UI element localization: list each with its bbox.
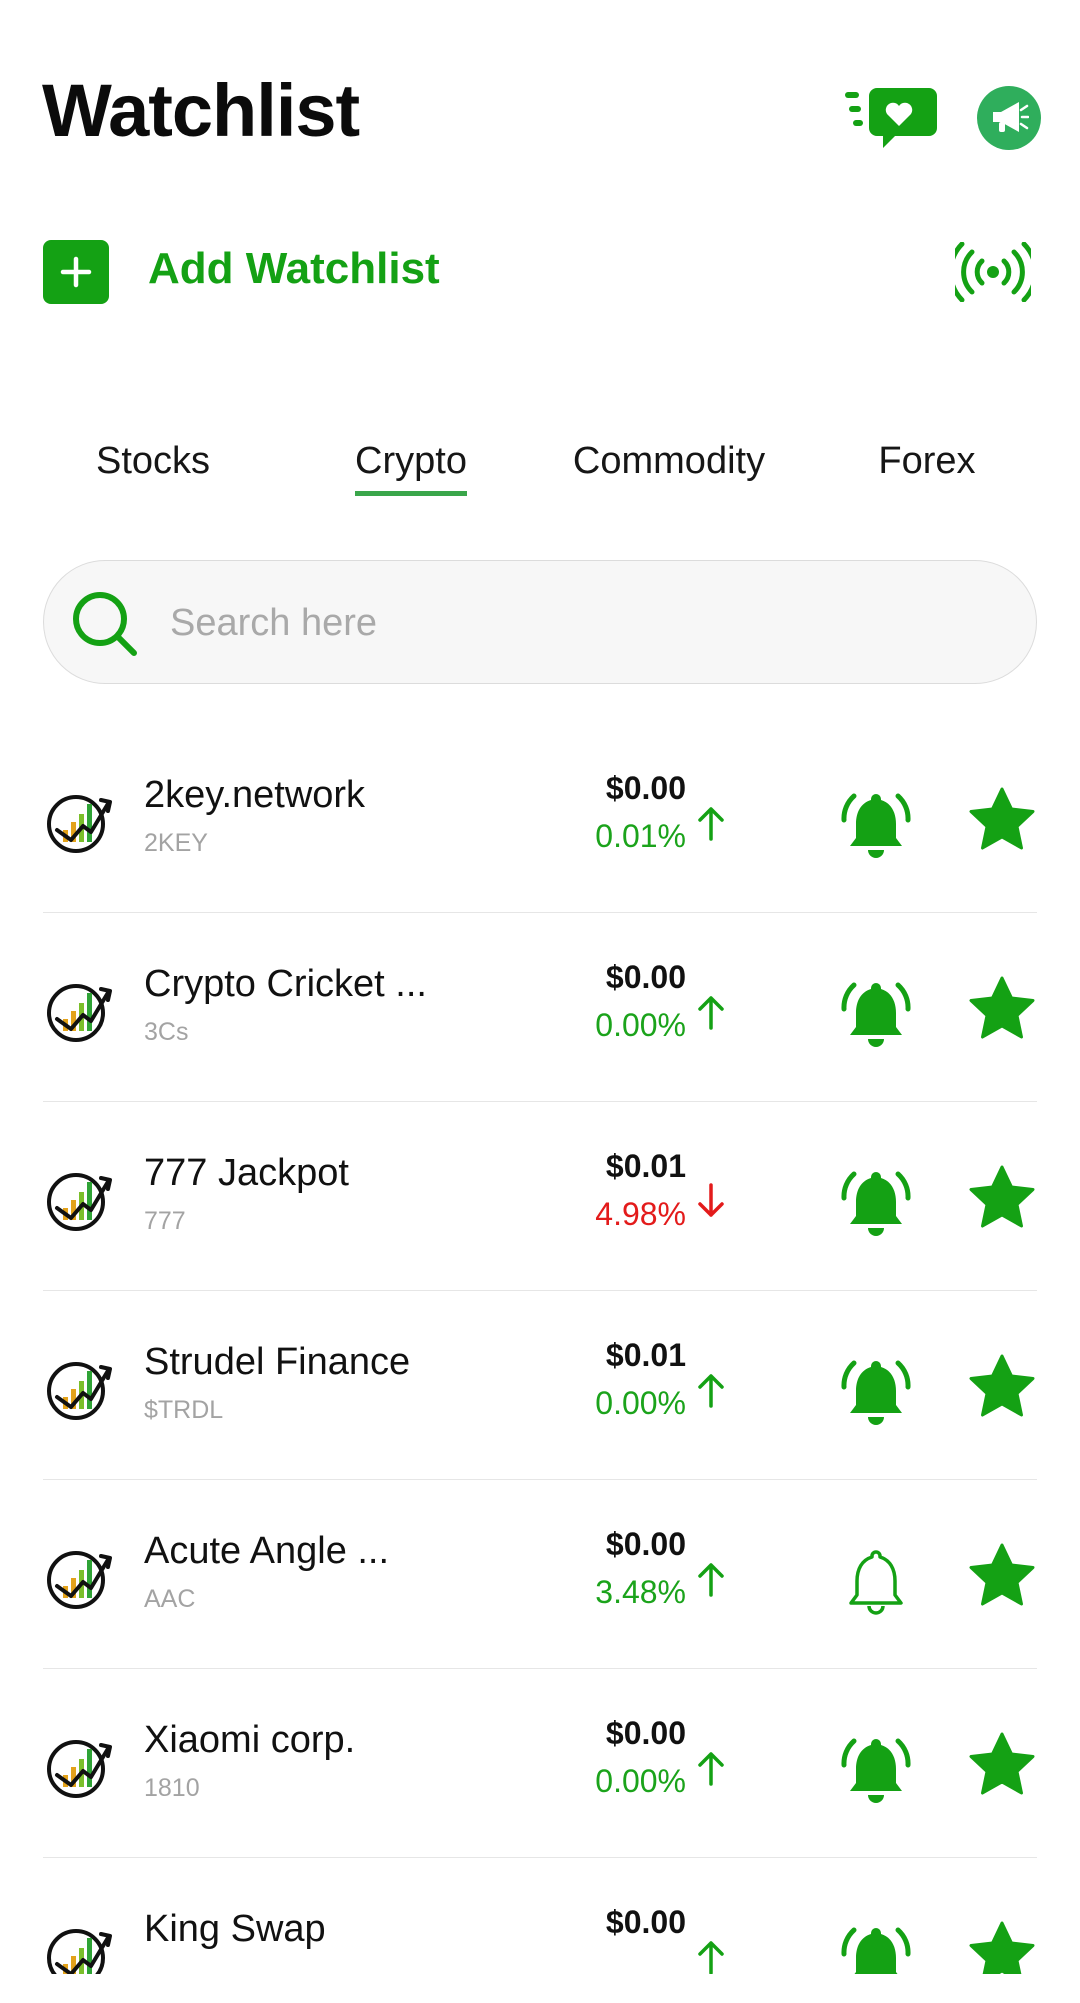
add-watchlist-button[interactable] [43, 240, 109, 304]
coin-name: Acute Angle ... [144, 1530, 390, 1572]
list-item[interactable]: Crypto Cricket ... 3Cs $0.00 0.00% [43, 913, 1037, 1102]
bell-ringing-icon[interactable] [840, 1351, 912, 1431]
coin-price: $0.01 [605, 1337, 686, 1373]
coin-change: 0.00% [595, 1007, 686, 1043]
coin-logo-icon [47, 1173, 112, 1231]
favorite-star-icon[interactable] [968, 975, 1036, 1043]
favorite-star-icon[interactable] [968, 786, 1036, 854]
coin-price: $0.01 [605, 1148, 686, 1184]
coin-name: 777 Jackpot [144, 1152, 349, 1194]
list-item[interactable]: Strudel Finance $TRDL $0.01 0.00% [43, 1291, 1037, 1480]
coin-price: $0.00 [605, 1715, 686, 1751]
profile-megaphone-button[interactable] [977, 86, 1041, 150]
coin-price: $0.00 [605, 1526, 686, 1562]
category-tabs: Stocks Crypto Commodity Forex [24, 440, 1056, 506]
coin-symbol: AAC [144, 1585, 196, 1613]
tab-stocks[interactable]: Stocks [24, 440, 282, 506]
coin-name: 2key.network [144, 774, 366, 816]
list-item[interactable]: Acute Angle ... AAC $0.00 3.48% [43, 1480, 1037, 1669]
search-icon [73, 592, 137, 656]
coin-price: $0.00 [605, 770, 686, 806]
coin-logo-icon [47, 1551, 112, 1609]
list-item[interactable]: 777 Jackpot 777 $0.01 4.98% [43, 1102, 1037, 1291]
coin-symbol: 3Cs [144, 1018, 189, 1046]
arrow-up-icon [698, 1374, 724, 1408]
coin-change: 0.00% [595, 1763, 686, 1799]
arrow-up-icon [698, 807, 724, 841]
favorite-star-icon[interactable] [968, 1542, 1036, 1610]
coin-change: 0.01% [595, 818, 686, 854]
bell-ringing-icon[interactable] [840, 784, 912, 864]
coin-change: 0.00% [595, 1385, 686, 1421]
add-watchlist-label[interactable]: Add Watchlist [148, 244, 440, 294]
list-item[interactable]: King Swap $0.00 [43, 1858, 1037, 1974]
bell-outline-icon[interactable] [840, 1540, 912, 1620]
bell-ringing-icon[interactable] [840, 973, 912, 1053]
page-title: Watchlist [42, 69, 360, 152]
arrow-up-icon [698, 1941, 724, 1974]
coin-change: 4.98% [595, 1196, 686, 1232]
arrow-up-icon [698, 996, 724, 1030]
coin-name: Crypto Cricket ... [144, 963, 427, 1005]
coin-logo-icon [47, 1929, 112, 1974]
coin-logo-icon [47, 1740, 112, 1798]
favorite-star-icon[interactable] [968, 1353, 1036, 1421]
coin-logo-icon [47, 795, 112, 853]
list-item[interactable]: Xiaomi corp. 1810 $0.00 0.00% [43, 1669, 1037, 1858]
coin-name: Strudel Finance [144, 1341, 411, 1383]
coin-symbol: 1810 [144, 1774, 200, 1802]
coin-symbol: 777 [144, 1207, 186, 1235]
tab-crypto[interactable]: Crypto [282, 440, 540, 506]
watchlist-list: 2key.network 2KEY $0.00 0.01% Crypto Cri… [43, 724, 1037, 1974]
arrow-up-icon [698, 1563, 724, 1597]
coin-name: King Swap [144, 1908, 326, 1950]
coin-logo-icon [47, 1362, 112, 1420]
coin-symbol: 2KEY [144, 829, 208, 857]
coin-change: 3.48% [595, 1574, 686, 1610]
coin-price: $0.00 [605, 1904, 686, 1940]
bell-ringing-icon[interactable] [840, 1162, 912, 1242]
search-bar[interactable] [43, 560, 1037, 684]
megaphone-icon [993, 102, 1029, 132]
favorite-star-icon[interactable] [968, 1920, 1036, 1974]
plus-icon [60, 256, 92, 288]
tab-forex[interactable]: Forex [798, 440, 1056, 506]
arrow-down-icon [698, 1183, 724, 1217]
coin-name: Xiaomi corp. [144, 1719, 356, 1761]
feed-heart-icon[interactable] [845, 84, 941, 154]
broadcast-signal-icon[interactable] [948, 241, 1038, 303]
coin-symbol: $TRDL [144, 1396, 224, 1424]
search-input[interactable] [168, 597, 992, 649]
coin-logo-icon [47, 984, 112, 1042]
bell-ringing-icon[interactable] [840, 1918, 912, 1974]
arrow-up-icon [698, 1752, 724, 1786]
coin-price: $0.00 [605, 959, 686, 995]
favorite-star-icon[interactable] [968, 1164, 1036, 1232]
tab-commodity[interactable]: Commodity [540, 440, 798, 506]
favorite-star-icon[interactable] [968, 1731, 1036, 1799]
bell-ringing-icon[interactable] [840, 1729, 912, 1809]
list-item[interactable]: 2key.network 2KEY $0.00 0.01% [43, 724, 1037, 913]
